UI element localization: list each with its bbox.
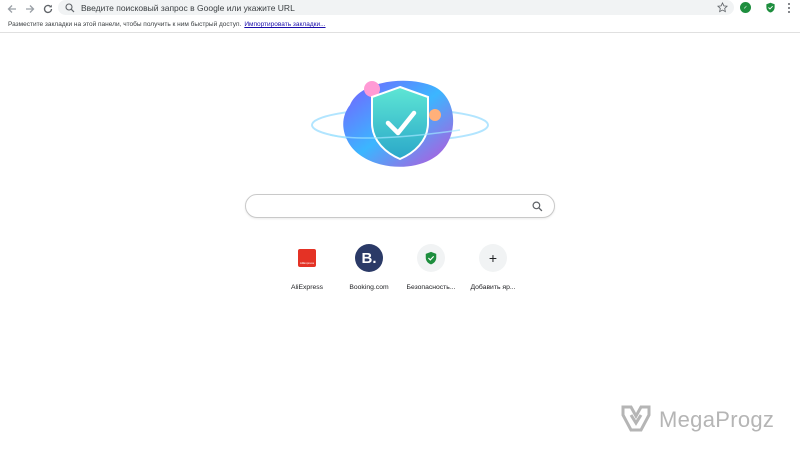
kebab-menu-icon[interactable] xyxy=(786,2,792,14)
reload-button[interactable] xyxy=(39,0,57,17)
shortcut-add[interactable]: + Добавить яр... xyxy=(463,244,523,294)
shortcut-booking[interactable]: B. Booking.com xyxy=(339,244,399,294)
aliexpress-icon: AliExpress xyxy=(293,244,321,272)
search-button[interactable] xyxy=(530,199,544,213)
watermark-text: MegaProgz xyxy=(659,407,775,432)
green-shield-extension-icon[interactable] xyxy=(765,2,776,13)
green-badge-extension-icon[interactable]: ✓ xyxy=(740,2,751,13)
booking-icon: B. xyxy=(355,244,383,272)
omnibox[interactable] xyxy=(58,0,734,15)
shield-checkmark-illustration xyxy=(310,75,490,175)
browser-toolbar: ✓ xyxy=(0,0,800,17)
reload-icon xyxy=(43,4,53,13)
arrow-right-icon xyxy=(26,4,35,13)
search-input[interactable] xyxy=(258,197,530,215)
search-icon xyxy=(65,2,75,12)
watermark-logo: MegaProgz xyxy=(620,404,780,436)
back-button[interactable] xyxy=(3,0,21,17)
star-icon[interactable] xyxy=(717,2,728,13)
shortcut-label: Безопасность... xyxy=(406,284,456,291)
watermark-icon xyxy=(621,405,651,432)
search-box[interactable] xyxy=(245,194,555,218)
search-icon xyxy=(531,200,542,211)
shortcut-label: AliExpress xyxy=(290,284,324,291)
omnibox-input[interactable] xyxy=(81,1,734,14)
shortcut-label: Добавить яр... xyxy=(470,284,516,291)
shortcut-label: Booking.com xyxy=(349,284,389,291)
plus-icon: + xyxy=(479,244,507,272)
bookmarks-message: Разместите закладки на этой панели, чтоб… xyxy=(8,21,242,28)
forward-button[interactable] xyxy=(21,0,39,17)
import-bookmarks-link[interactable]: Импортировать закладки... xyxy=(244,21,325,28)
shortcut-security[interactable]: Безопасность... xyxy=(401,244,461,294)
shortcut-aliexpress[interactable]: AliExpress AliExpress xyxy=(277,244,337,294)
arrow-left-icon xyxy=(7,4,16,13)
bookmarks-bar: Разместите закладки на этой панели, чтоб… xyxy=(0,17,800,33)
shield-check-icon xyxy=(417,244,445,272)
